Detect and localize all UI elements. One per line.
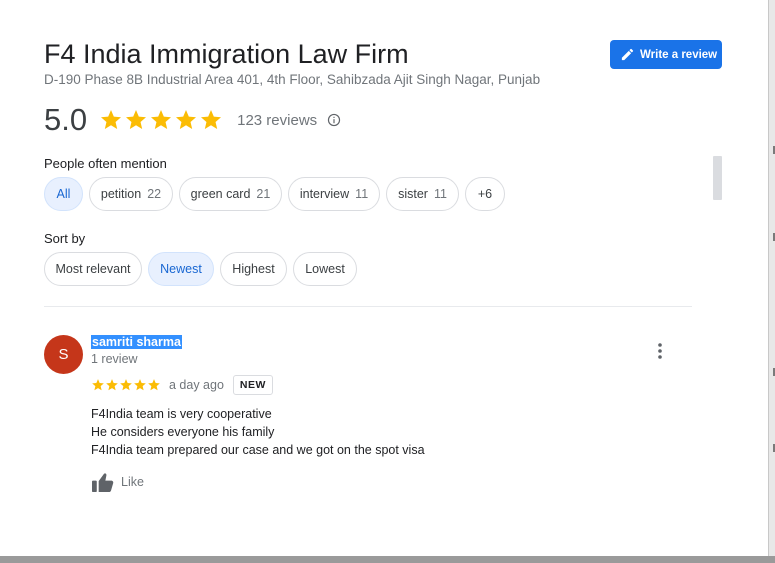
- sort-highest[interactable]: Highest: [220, 252, 287, 286]
- window-bottom-edge: [0, 556, 775, 563]
- star-icon: [101, 110, 122, 129]
- chip-interview[interactable]: interview 11: [288, 177, 380, 211]
- avatar-letter: S: [58, 346, 69, 363]
- info-icon[interactable]: [327, 113, 341, 127]
- write-review-button[interactable]: Write a review: [610, 40, 722, 69]
- star-icon: [126, 110, 147, 129]
- review-line: He considers everyone his family: [91, 425, 275, 439]
- scrollbar-thumb[interactable]: [713, 156, 722, 200]
- review-line: F4India team is very cooperative: [91, 407, 272, 421]
- review-stars: [91, 378, 161, 392]
- sort-label: Sort by: [44, 231, 86, 246]
- write-review-label: Write a review: [640, 48, 718, 61]
- sort-most-relevant[interactable]: Most relevant: [44, 252, 142, 286]
- chip-count: 21: [256, 187, 271, 201]
- reviews-dialog: F4 India Immigration Law Firm D-190 Phas…: [0, 0, 768, 556]
- chip-count: 11: [433, 187, 447, 201]
- rating-stars: [99, 108, 223, 132]
- review-date: a day ago: [169, 378, 224, 392]
- review-count[interactable]: 123 reviews: [237, 112, 317, 129]
- chip-count: 11: [355, 187, 369, 201]
- chip-label: interview: [299, 187, 350, 201]
- reviewer-avatar[interactable]: S: [44, 335, 83, 374]
- reviewer-review-count: 1 review: [91, 352, 138, 366]
- chip-label: All: [56, 187, 71, 201]
- star-icon: [134, 379, 146, 391]
- pencil-icon: [621, 48, 634, 61]
- business-address: D-190 Phase 8B Industrial Area 401, 4th …: [44, 72, 541, 87]
- star-icon: [151, 110, 172, 129]
- chip-petition[interactable]: petition 22: [89, 177, 173, 211]
- mentions-label: People often mention: [44, 156, 167, 171]
- thumbs-up-icon: [92, 472, 114, 492]
- divider: [44, 306, 692, 307]
- chip-label: sister: [398, 187, 428, 201]
- star-icon: [120, 379, 132, 391]
- chip-label: +6: [477, 187, 493, 201]
- star-icon: [201, 110, 222, 129]
- chip-label: petition: [100, 187, 142, 201]
- chip-sister[interactable]: sister 11: [386, 177, 459, 211]
- window-edge: [768, 0, 775, 563]
- sort-option-label: Highest: [232, 262, 275, 276]
- rating-value: 5.0: [44, 102, 88, 137]
- chip-more[interactable]: +6: [465, 177, 505, 211]
- business-name: F4 India Immigration Law Firm: [44, 39, 409, 69]
- rating-summary: 5.0 123 reviews: [44, 102, 341, 138]
- sort-option-label: Most relevant: [55, 262, 131, 276]
- chip-all[interactable]: All: [44, 177, 83, 211]
- new-badge: NEW: [232, 375, 273, 395]
- chip-green-card[interactable]: green card 21: [179, 177, 282, 211]
- star-icon: [148, 379, 160, 391]
- sort-lowest[interactable]: Lowest: [293, 252, 357, 286]
- review-text: F4India team is very cooperative He cons…: [91, 405, 425, 459]
- review-meta: a day ago NEW: [91, 374, 273, 396]
- sort-newest[interactable]: Newest: [148, 252, 214, 286]
- sort-option-label: Lowest: [305, 262, 345, 276]
- like-button[interactable]: Like: [91, 471, 144, 493]
- chip-label: green card: [190, 187, 251, 201]
- star-icon: [176, 110, 197, 129]
- like-label: Like: [121, 475, 144, 489]
- sort-option-label: Newest: [160, 262, 202, 276]
- review-line: F4India team prepared our case and we go…: [91, 443, 425, 457]
- star-icon: [106, 379, 118, 391]
- more-vert-icon[interactable]: [652, 342, 668, 360]
- chip-count: 22: [147, 187, 162, 201]
- star-icon: [92, 379, 104, 391]
- reviewer-name[interactable]: samriti sharma: [91, 335, 182, 349]
